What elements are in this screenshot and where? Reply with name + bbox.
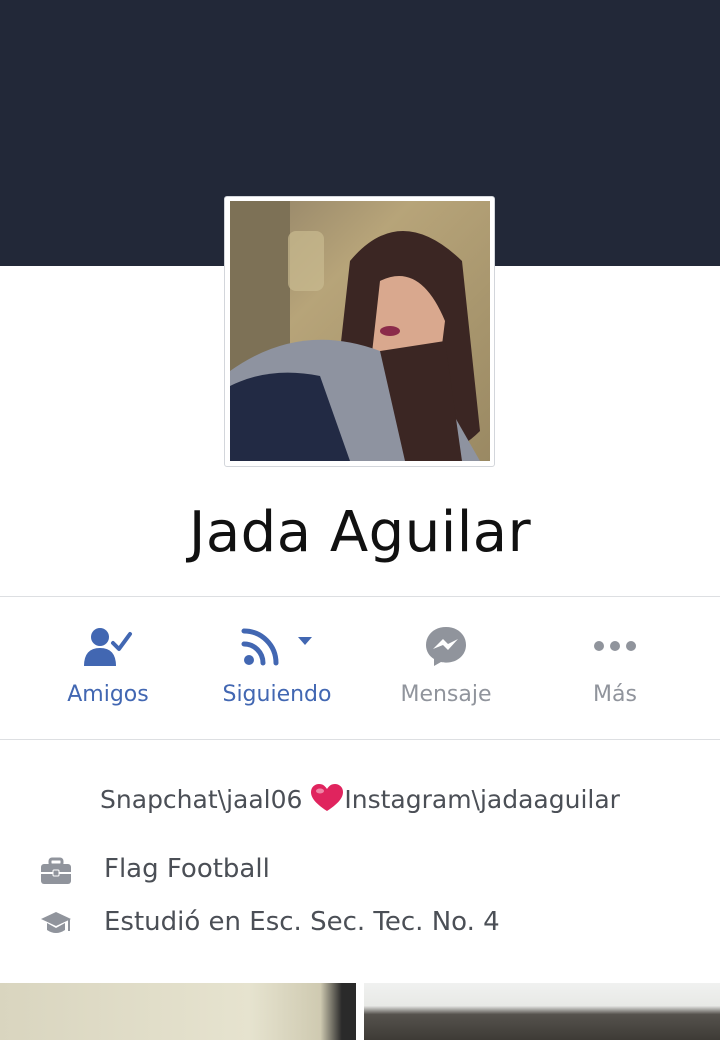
info-work-text: Flag Football — [104, 854, 270, 884]
more-dots-icon — [594, 641, 636, 651]
rss-follow-icon — [241, 628, 279, 666]
info-row-education[interactable]: Estudió en Esc. Sec. Tec. No. 4 — [0, 905, 720, 945]
photo-thumbnail[interactable] — [364, 983, 720, 1040]
graduation-cap-icon — [41, 912, 71, 933]
message-button[interactable]: Mensaje — [361, 598, 531, 738]
divider-top — [0, 596, 720, 597]
following-label: Siguiendo — [222, 682, 332, 707]
profile-name: Jada Aguilar — [188, 500, 532, 565]
messenger-icon — [426, 627, 466, 666]
profile-photo-image — [230, 201, 490, 461]
more-button[interactable]: Más — [530, 598, 700, 738]
profile-action-bar: Amigos Siguiendo Mensaje Más — [0, 598, 720, 738]
info-education-text: Estudió en Esc. Sec. Tec. No. 4 — [104, 907, 500, 937]
friends-label: Amigos — [67, 682, 149, 707]
info-row-work[interactable]: Flag Football — [0, 852, 720, 892]
briefcase-icon — [41, 857, 71, 884]
following-button[interactable]: Siguiendo — [192, 598, 362, 738]
bio-text-snapchat: Snapchat\jaal06 — [100, 785, 311, 814]
message-label: Mensaje — [400, 682, 492, 707]
profile-bio: Snapchat\jaal06 Instagram\jadaaguilar — [0, 784, 720, 818]
friends-button[interactable]: Amigos — [23, 598, 193, 738]
bio-text-instagram: Instagram\jadaaguilar — [344, 785, 620, 814]
profile-picture[interactable] — [224, 196, 495, 467]
divider-bottom — [0, 739, 720, 740]
heart-icon — [311, 784, 344, 818]
more-label: Más — [593, 682, 637, 707]
chevron-down-icon — [298, 637, 312, 645]
friends-check-icon — [84, 628, 132, 666]
photo-thumbnail[interactable] — [0, 983, 356, 1040]
